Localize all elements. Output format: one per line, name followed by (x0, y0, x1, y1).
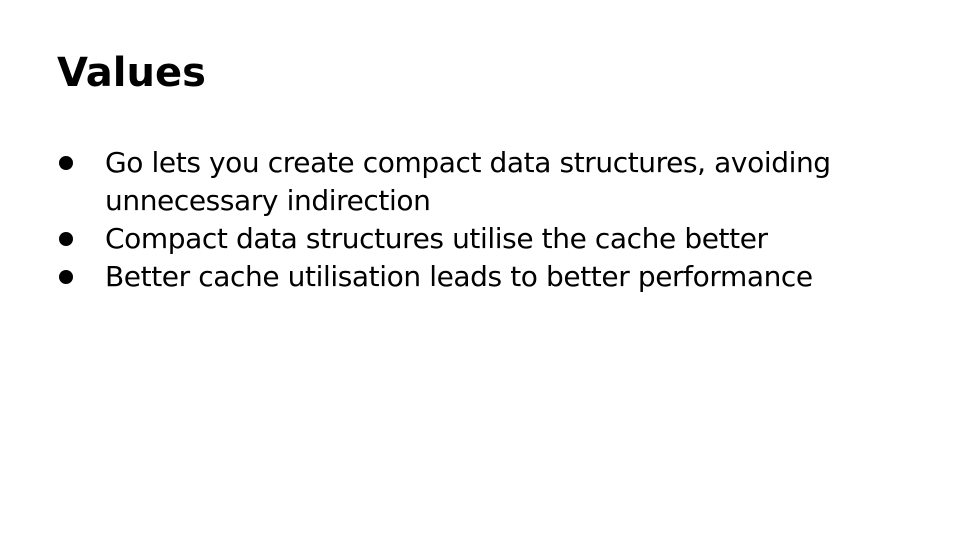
bullet-item: Go lets you create compact data structur… (57, 144, 917, 220)
bullet-text: Better cache utilisation leads to better… (105, 260, 813, 293)
bullet-item: Compact data structures utilise the cach… (57, 220, 917, 258)
bullet-text: Compact data structures utilise the cach… (105, 222, 768, 255)
bullet-text: Go lets you create compact data structur… (105, 146, 831, 217)
slide: Values Go lets you create compact data s… (0, 0, 960, 540)
bullet-dot-icon (59, 232, 73, 246)
bullet-item: Better cache utilisation leads to better… (57, 258, 917, 296)
bullet-dot-icon (59, 156, 73, 170)
bullet-dot-icon (59, 270, 73, 284)
bullet-list: Go lets you create compact data structur… (57, 144, 917, 296)
slide-title: Values (57, 50, 206, 96)
